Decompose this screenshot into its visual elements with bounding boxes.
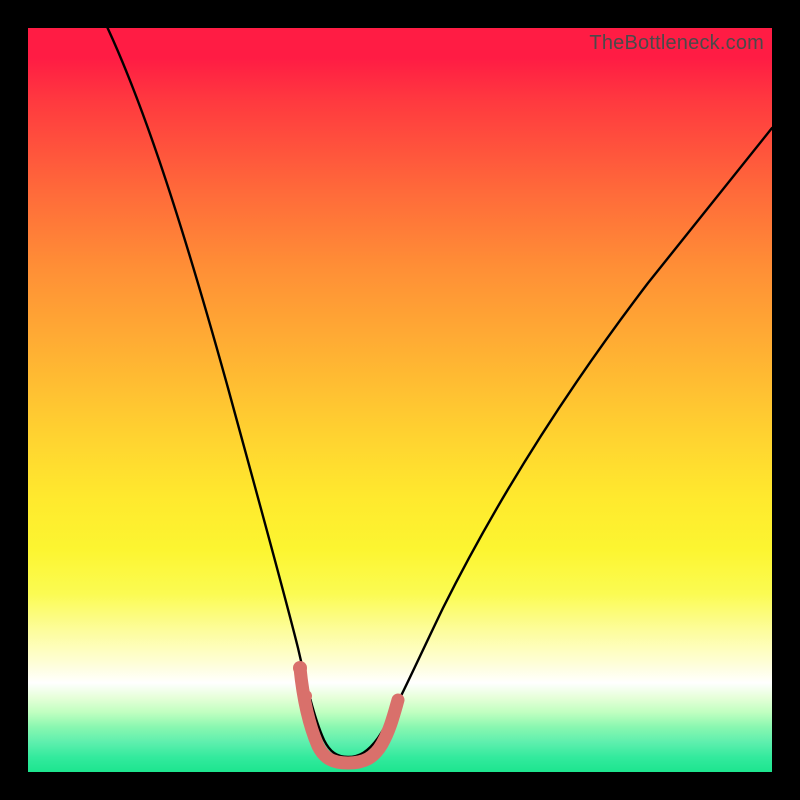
valley-marker-step-dot	[300, 690, 312, 702]
outer-frame: TheBottleneck.com	[0, 0, 800, 800]
bottleneck-curve-path	[98, 28, 772, 757]
plot-area: TheBottleneck.com	[28, 28, 772, 772]
watermark-label: TheBottleneck.com	[589, 32, 764, 55]
valley-marker-start-dot	[293, 661, 307, 675]
chart-svg	[28, 28, 772, 772]
